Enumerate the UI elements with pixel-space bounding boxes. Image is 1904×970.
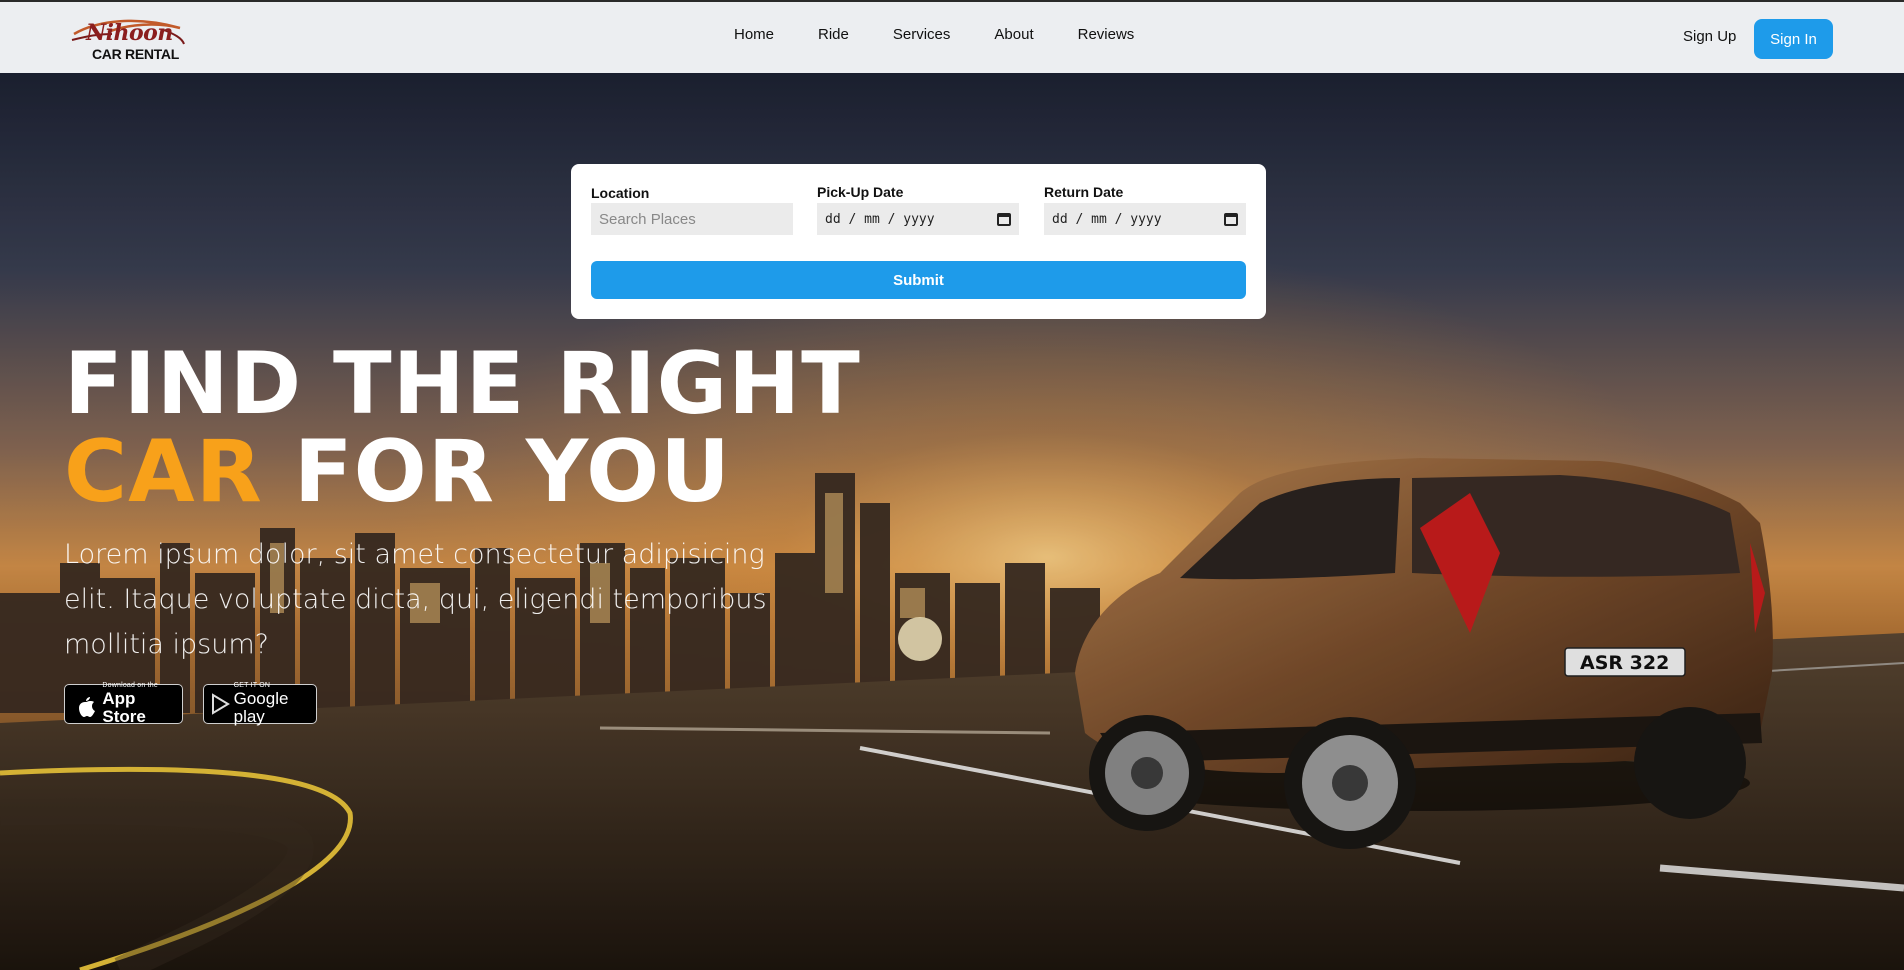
return-date-input[interactable]: dd / mm / yyyy — [1044, 203, 1246, 235]
hero-headline: FIND THE RIGHT CAR FOR YOU — [64, 340, 861, 516]
return-date-value: dd / mm / yyyy — [1052, 211, 1162, 227]
logo-subtitle: CAR RENTAL — [92, 46, 179, 62]
nav-reviews[interactable]: Reviews — [1078, 26, 1135, 43]
headline-line1: FIND THE RIGHT — [64, 334, 861, 434]
search-form: Location Search Places Pick-Up Date dd /… — [571, 164, 1266, 319]
google-play-badge[interactable]: GET IT ON Google play — [203, 682, 317, 726]
nav-services[interactable]: Services — [893, 26, 951, 43]
apple-icon — [79, 697, 95, 717]
pickup-date-label: Pick-Up Date — [817, 184, 904, 200]
nav-about[interactable]: About — [994, 26, 1033, 43]
nav-home[interactable]: Home — [734, 26, 774, 43]
app-store-badge[interactable]: Download on the App Store — [64, 682, 183, 726]
calendar-icon[interactable] — [1224, 212, 1238, 226]
gplay-big-text: Google play — [233, 689, 289, 726]
appstore-big-text: App Store — [102, 689, 146, 726]
logo[interactable]: Nihoon CAR RENTAL — [68, 12, 188, 66]
navbar: Nihoon CAR RENTAL Home Ride Services Abo… — [0, 0, 1904, 73]
google-play-icon — [212, 693, 230, 715]
nav-ride[interactable]: Ride — [818, 26, 849, 43]
logo-script: Nihoon — [86, 20, 173, 46]
pickup-date-input[interactable]: dd / mm / yyyy — [817, 203, 1019, 235]
signin-button[interactable]: Sign In — [1754, 19, 1833, 59]
location-label: Location — [591, 185, 650, 201]
calendar-icon[interactable] — [997, 212, 1011, 226]
headline-accent: CAR — [64, 422, 263, 522]
headline-rest: FOR YOU — [262, 422, 732, 522]
pickup-date-value: dd / mm / yyyy — [825, 211, 935, 227]
nav-links: Home Ride Services About Reviews — [734, 26, 1178, 43]
submit-button[interactable]: Submit — [591, 261, 1246, 299]
hero-description: Lorem ipsum dolor, sit amet consectetur … — [64, 539, 767, 660]
location-input[interactable]: Search Places — [591, 203, 793, 235]
signup-link[interactable]: Sign Up — [1683, 28, 1736, 45]
headline-line2: CAR FOR YOU — [64, 428, 861, 516]
return-date-label: Return Date — [1044, 184, 1124, 200]
